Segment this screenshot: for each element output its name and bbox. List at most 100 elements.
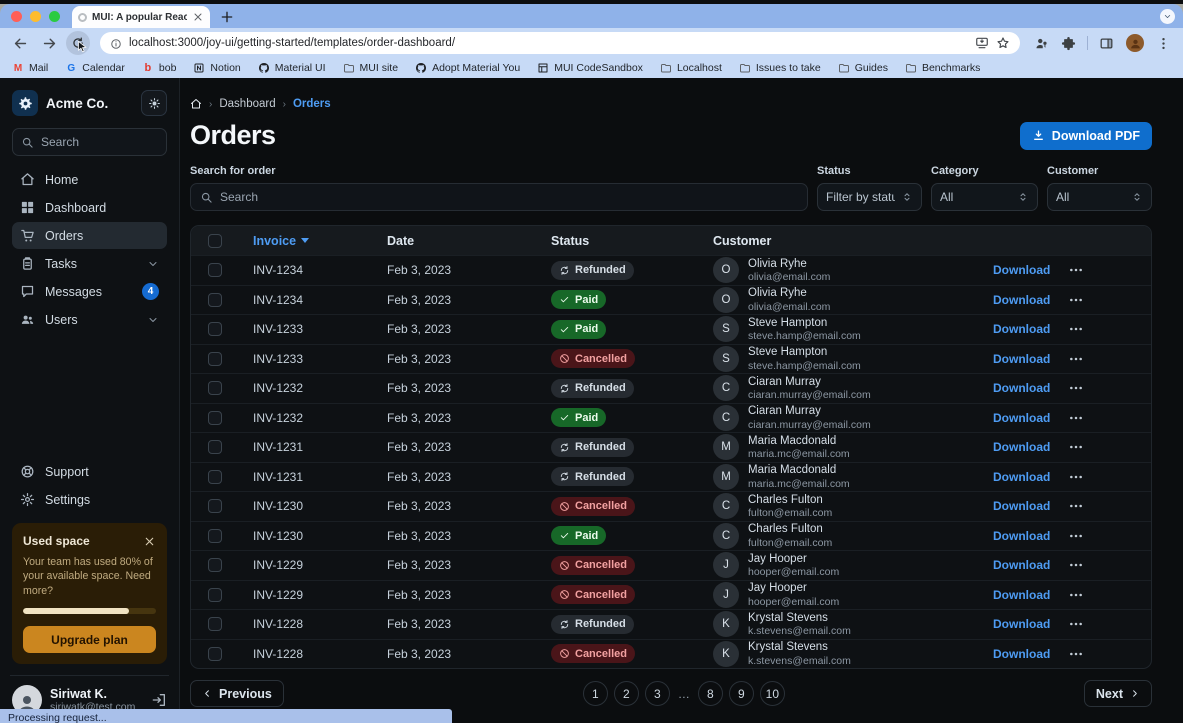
next-page-button[interactable]: Next bbox=[1084, 680, 1152, 707]
more-options-icon[interactable] bbox=[1068, 321, 1084, 337]
back-button[interactable] bbox=[12, 35, 29, 52]
row-checkbox[interactable] bbox=[208, 499, 222, 513]
theme-toggle-button[interactable] bbox=[141, 90, 167, 116]
more-options-icon[interactable] bbox=[1068, 498, 1084, 514]
row-checkbox[interactable] bbox=[208, 440, 222, 454]
more-options-icon[interactable] bbox=[1068, 292, 1084, 308]
row-checkbox[interactable] bbox=[208, 558, 222, 572]
more-options-icon[interactable] bbox=[1068, 557, 1084, 573]
status-filter-select[interactable]: Filter by status bbox=[817, 183, 922, 211]
browser-tab[interactable]: MUI: A popular React UI fram bbox=[72, 6, 210, 28]
sidebar-item-home[interactable]: Home bbox=[12, 166, 167, 193]
window-chevron-icon[interactable] bbox=[1160, 9, 1175, 24]
bookmark-item[interactable]: M Mail bbox=[12, 62, 48, 74]
download-link[interactable]: Download bbox=[993, 411, 1050, 425]
sidebar-item-messages[interactable]: Messages 4 bbox=[12, 278, 167, 305]
sidebar-item-orders[interactable]: Orders bbox=[12, 222, 167, 249]
category-filter-select[interactable]: All bbox=[931, 183, 1038, 211]
more-options-icon[interactable] bbox=[1068, 616, 1084, 632]
page-button-9[interactable]: 9 bbox=[729, 681, 754, 706]
minimize-window-button[interactable] bbox=[30, 11, 41, 22]
order-search-input[interactable] bbox=[220, 190, 798, 204]
row-checkbox[interactable] bbox=[208, 381, 222, 395]
page-button-10[interactable]: 10 bbox=[760, 681, 785, 706]
logout-icon[interactable] bbox=[151, 692, 167, 708]
more-options-icon[interactable] bbox=[1068, 528, 1084, 544]
bookmark-item[interactable]: Guides bbox=[838, 62, 888, 74]
bookmark-item[interactable]: Localhost bbox=[660, 62, 722, 74]
bookmark-item[interactable]: MUI site bbox=[343, 62, 399, 74]
download-link[interactable]: Download bbox=[993, 470, 1050, 484]
page-button-1[interactable]: 1 bbox=[583, 681, 608, 706]
row-checkbox[interactable] bbox=[208, 263, 222, 277]
download-link[interactable]: Download bbox=[993, 293, 1050, 307]
bookmark-item[interactable]: Notion bbox=[193, 62, 240, 74]
download-link[interactable]: Download bbox=[993, 322, 1050, 336]
page-button-2[interactable]: 2 bbox=[614, 681, 639, 706]
browser-menu-icon[interactable] bbox=[1156, 36, 1171, 51]
download-link[interactable]: Download bbox=[993, 558, 1050, 572]
more-options-icon[interactable] bbox=[1068, 380, 1084, 396]
close-window-button[interactable] bbox=[11, 11, 22, 22]
bookmark-item[interactable]: Benchmarks bbox=[905, 62, 980, 74]
bookmark-item[interactable]: G Calendar bbox=[65, 62, 125, 74]
download-link[interactable]: Download bbox=[993, 588, 1050, 602]
maximize-window-button[interactable] bbox=[49, 11, 60, 22]
more-options-icon[interactable] bbox=[1068, 439, 1084, 455]
column-header-invoice[interactable]: Invoice bbox=[239, 234, 373, 248]
bookmark-star-icon[interactable] bbox=[996, 36, 1010, 50]
more-options-icon[interactable] bbox=[1068, 262, 1084, 278]
customer-filter-select[interactable]: All bbox=[1047, 183, 1152, 211]
page-button-3[interactable]: 3 bbox=[645, 681, 670, 706]
download-link[interactable]: Download bbox=[993, 499, 1050, 513]
passkey-extension-icon[interactable] bbox=[1034, 36, 1049, 51]
row-checkbox[interactable] bbox=[208, 411, 222, 425]
bookmark-item[interactable]: b bob bbox=[142, 62, 177, 74]
row-checkbox[interactable] bbox=[208, 588, 222, 602]
download-link[interactable]: Download bbox=[993, 647, 1050, 661]
extensions-puzzle-icon[interactable] bbox=[1061, 36, 1076, 51]
sidebar-item-dashboard[interactable]: Dashboard bbox=[12, 194, 167, 221]
install-app-icon[interactable] bbox=[975, 36, 989, 50]
bookmark-item[interactable]: MUI CodeSandbox bbox=[537, 62, 643, 74]
bookmark-item[interactable]: Issues to take bbox=[739, 62, 821, 74]
more-options-icon[interactable] bbox=[1068, 587, 1084, 603]
download-link[interactable]: Download bbox=[993, 263, 1050, 277]
reload-button[interactable] bbox=[66, 31, 90, 55]
row-checkbox[interactable] bbox=[208, 617, 222, 631]
bookmark-item[interactable]: Material UI bbox=[258, 62, 326, 74]
download-link[interactable]: Download bbox=[993, 529, 1050, 543]
more-options-icon[interactable] bbox=[1068, 646, 1084, 662]
previous-page-button[interactable]: Previous bbox=[190, 680, 284, 707]
close-icon[interactable] bbox=[143, 535, 156, 548]
side-panel-icon[interactable] bbox=[1099, 36, 1114, 51]
download-pdf-button[interactable]: Download PDF bbox=[1020, 122, 1152, 150]
more-options-icon[interactable] bbox=[1068, 410, 1084, 426]
url-bar[interactable]: localhost:3000/joy-ui/getting-started/te… bbox=[100, 32, 1020, 54]
download-link[interactable]: Download bbox=[993, 381, 1050, 395]
tab-close-icon[interactable] bbox=[192, 11, 204, 23]
sidebar-item-support[interactable]: Support bbox=[12, 458, 167, 485]
download-link[interactable]: Download bbox=[993, 352, 1050, 366]
forward-button[interactable] bbox=[41, 35, 58, 52]
row-checkbox[interactable] bbox=[208, 647, 222, 661]
sidebar-item-users[interactable]: Users bbox=[12, 306, 167, 333]
order-search-field[interactable] bbox=[190, 183, 808, 211]
sidebar-item-settings[interactable]: Settings bbox=[12, 486, 167, 513]
sidebar-search[interactable] bbox=[12, 128, 167, 156]
sidebar-search-input[interactable] bbox=[41, 135, 158, 149]
site-info-icon[interactable] bbox=[110, 37, 122, 49]
row-checkbox[interactable] bbox=[208, 352, 222, 366]
download-link[interactable]: Download bbox=[993, 440, 1050, 454]
download-link[interactable]: Download bbox=[993, 617, 1050, 631]
upgrade-plan-button[interactable]: Upgrade plan bbox=[23, 626, 156, 653]
more-options-icon[interactable] bbox=[1068, 469, 1084, 485]
bookmark-item[interactable]: Adopt Material You bbox=[415, 62, 520, 74]
browser-profile-avatar[interactable] bbox=[1126, 34, 1144, 52]
page-button-8[interactable]: 8 bbox=[698, 681, 723, 706]
new-tab-button[interactable] bbox=[219, 9, 235, 25]
sidebar-item-tasks[interactable]: Tasks bbox=[12, 250, 167, 277]
row-checkbox[interactable] bbox=[208, 529, 222, 543]
home-icon[interactable] bbox=[190, 98, 202, 110]
select-all-checkbox[interactable] bbox=[208, 234, 222, 248]
